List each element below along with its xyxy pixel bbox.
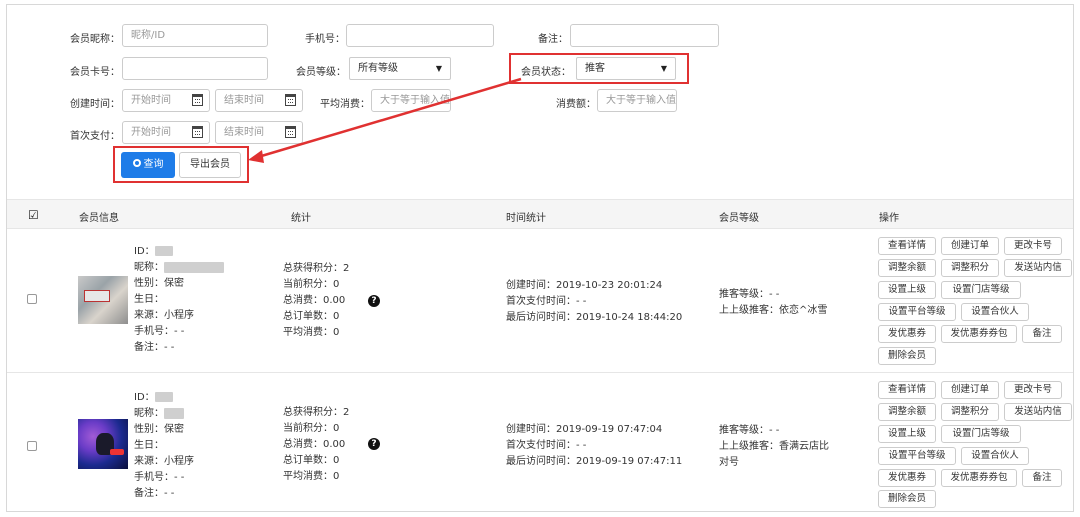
member-id: ID： — [134, 390, 173, 406]
header-member-info: 会员信息 — [79, 213, 119, 224]
row-checkbox[interactable] — [27, 294, 37, 304]
time-last-visit: 最后访问时间：2019-09-19 07:47:11 — [506, 456, 683, 467]
member-id: ID： — [134, 244, 173, 260]
header-level: 会员等级 — [719, 213, 759, 224]
time-created: 创建时间：2019-09-19 07:47:04 — [506, 424, 663, 435]
level-promoter: 推客等级：- - — [719, 289, 780, 300]
select-all-checkbox[interactable]: ☑ — [28, 208, 39, 222]
send-coupon-pack-button[interactable]: 发优惠券券包 — [941, 325, 1017, 343]
member-remark: 备注：- - — [134, 488, 175, 499]
stat-current-points: 当前积分：0 — [283, 423, 340, 434]
member-birthday: 生日： — [134, 294, 164, 305]
stat-total-points: 总获得积分：2 — [283, 263, 350, 274]
view-detail-button[interactable]: 查看详情 — [878, 237, 936, 255]
header-stats: 统计 — [291, 213, 311, 224]
header-ops: 操作 — [879, 213, 899, 224]
remark-button[interactable]: 备注 — [1022, 325, 1062, 343]
adjust-points-button[interactable]: 调整积分 — [941, 403, 999, 421]
avatar-accent — [110, 449, 124, 455]
set-partner-button[interactable]: 设置合伙人 — [961, 447, 1029, 465]
member-source: 来源：小程序 — [134, 310, 194, 321]
send-message-button[interactable]: 发送站内信 — [1004, 403, 1072, 421]
stat-order-count: 总订单数：0 — [283, 455, 340, 466]
stat-total-spend: 总消费：0.00 — [283, 439, 346, 450]
member-remark: 备注：- - — [134, 342, 175, 353]
change-card-button[interactable]: 更改卡号 — [1004, 381, 1062, 399]
adjust-balance-button[interactable]: 调整余额 — [878, 403, 936, 421]
set-platform-level-button[interactable]: 设置平台等级 — [878, 447, 956, 465]
stat-avg-spend: 平均消费：0 — [283, 471, 340, 482]
level-promoter: 推客等级：- - — [719, 425, 780, 436]
member-nickname: 昵称： — [134, 260, 224, 276]
member-gender: 性别：保密 — [134, 278, 184, 289]
stat-current-points: 当前积分：0 — [283, 279, 340, 290]
change-card-button[interactable]: 更改卡号 — [1004, 237, 1062, 255]
set-store-level-button[interactable]: 设置门店等级 — [941, 425, 1021, 443]
set-partner-button[interactable]: 设置合伙人 — [961, 303, 1029, 321]
avatar — [78, 419, 128, 469]
set-upline-button[interactable]: 设置上级 — [878, 281, 936, 299]
member-source: 来源：小程序 — [134, 456, 194, 467]
table-header: ☑ 会员信息 统计 时间统计 会员等级 操作 — [7, 199, 1073, 229]
set-store-level-button[interactable]: 设置门店等级 — [941, 281, 1021, 299]
stat-avg-spend: 平均消费：0 — [283, 327, 340, 338]
member-phone: 手机号：- - — [134, 326, 185, 337]
send-message-button[interactable]: 发送站内信 — [1004, 259, 1072, 277]
member-birthday: 生日： — [134, 440, 164, 451]
delete-member-button[interactable]: 删除会员 — [878, 347, 936, 365]
delete-member-button[interactable]: 删除会员 — [878, 490, 936, 508]
member-nickname: 昵称： — [134, 406, 184, 422]
adjust-points-button[interactable]: 调整积分 — [941, 259, 999, 277]
stat-total-spend: 总消费：0.00 — [283, 295, 346, 306]
set-upline-button[interactable]: 设置上级 — [878, 425, 936, 443]
time-created: 创建时间：2019-10-23 20:01:24 — [506, 280, 663, 291]
row-divider — [7, 372, 1073, 373]
help-icon[interactable]: ? — [368, 438, 380, 450]
send-coupon-button[interactable]: 发优惠券 — [878, 325, 936, 343]
arrow-head — [248, 150, 264, 163]
adjust-balance-button[interactable]: 调整余额 — [878, 259, 936, 277]
remark-button[interactable]: 备注 — [1022, 469, 1062, 487]
view-detail-button[interactable]: 查看详情 — [878, 381, 936, 399]
stat-total-points: 总获得积分：2 — [283, 407, 350, 418]
header-time-stats: 时间统计 — [506, 213, 546, 224]
stat-order-count: 总订单数：0 — [283, 311, 340, 322]
time-last-visit: 最后访问时间：2019-10-24 18:44:20 — [506, 312, 683, 323]
member-phone: 手机号：- - — [134, 472, 185, 483]
create-order-button[interactable]: 创建订单 — [941, 381, 999, 399]
arrow-line — [257, 77, 522, 159]
row-checkbox[interactable] — [27, 441, 37, 451]
send-coupon-pack-button[interactable]: 发优惠券券包 — [941, 469, 1017, 487]
avatar — [78, 276, 128, 324]
send-coupon-button[interactable]: 发优惠券 — [878, 469, 936, 487]
avatar-detail — [84, 290, 110, 302]
member-gender: 性别：保密 — [134, 424, 184, 435]
level-upline-cont: 对号 — [719, 457, 739, 468]
time-first-pay: 首次支付时间：- - — [506, 296, 587, 307]
create-order-button[interactable]: 创建订单 — [941, 237, 999, 255]
time-first-pay: 首次支付时间：- - — [506, 440, 587, 451]
set-platform-level-button[interactable]: 设置平台等级 — [878, 303, 956, 321]
level-upline: 上上级推客：香满云店比 — [719, 441, 829, 452]
help-icon[interactable]: ? — [368, 295, 380, 307]
level-upline: 上上级推客：依恋^冰雪 — [719, 305, 828, 316]
